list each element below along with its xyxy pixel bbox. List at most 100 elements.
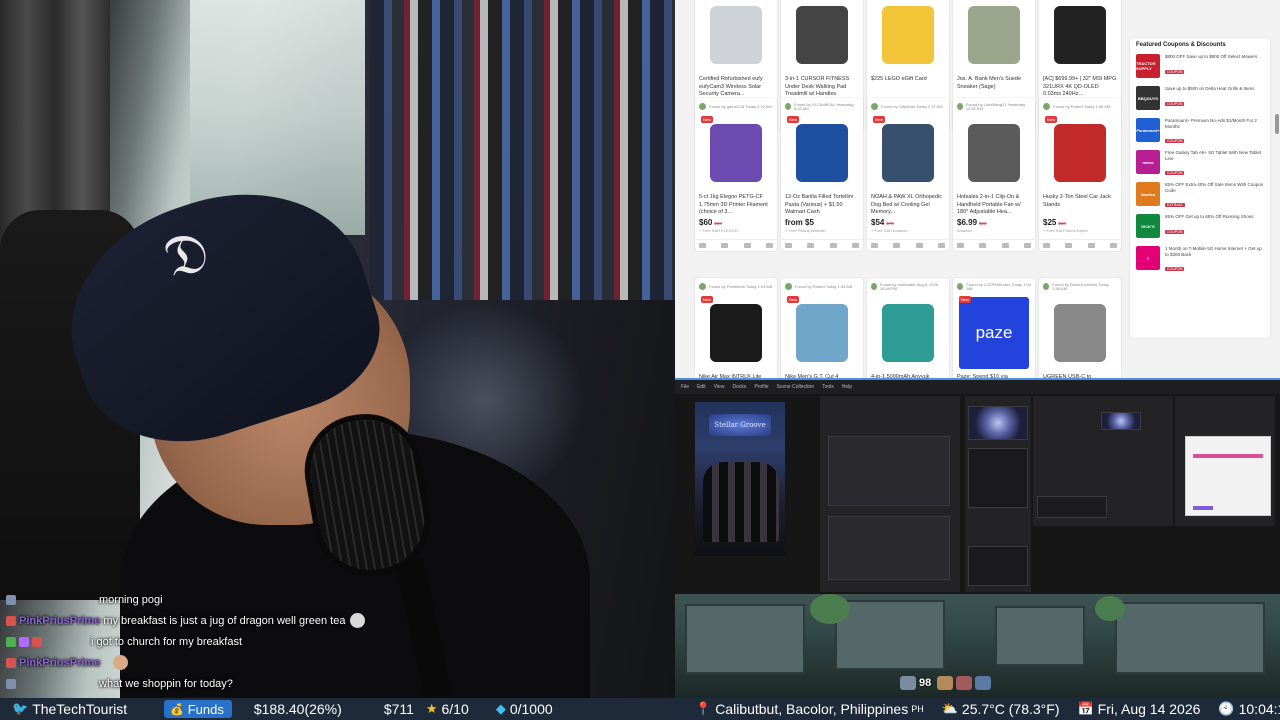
obs-menu-item[interactable]: Docks <box>732 384 746 390</box>
product-image[interactable] <box>1043 0 1117 74</box>
obs-menu-item[interactable]: Tools <box>822 384 834 390</box>
settings-dialog[interactable] <box>1185 436 1271 516</box>
obs-menu-item[interactable]: File <box>681 384 689 390</box>
coupon-code-button[interactable]: COUPON <box>1165 101 1185 106</box>
share-icon[interactable] <box>765 243 773 248</box>
bookmark-icon[interactable] <box>829 243 837 248</box>
obs-controls[interactable] <box>968 448 1028 508</box>
deal-card[interactable]: Found by Robert Today 1:53 AM New Nike Men… <box>781 278 863 378</box>
comment-icon[interactable] <box>721 243 729 248</box>
obs-menu-item[interactable]: Help <box>842 384 852 390</box>
thumbs-up-icon[interactable] <box>1043 243 1050 248</box>
coupon-item[interactable]: DICK'S 65% OFF Get up to 65% Off Running … <box>1136 214 1264 243</box>
product-title[interactable]: 12-Oz Barilla Filled Tortellini Pasta (V… <box>781 194 863 216</box>
obs-menu-item[interactable]: Edit <box>697 384 706 390</box>
coupon-item[interactable]: Nautica 85% OFF Extra 40% Off Sale Items … <box>1136 182 1264 211</box>
product-title[interactable]: [AC] $699.99+ | 32" MSI MPG 321URX 4K QD… <box>1039 76 1121 98</box>
coupon-item[interactable]: BBQGUYS Save up to $500 on Delta Heat Gri… <box>1136 86 1264 115</box>
filters-list[interactable] <box>1037 496 1107 518</box>
comment-icon[interactable] <box>807 243 815 248</box>
avatar <box>699 283 706 290</box>
comment-icon[interactable] <box>979 243 987 248</box>
product-title[interactable]: NOAH & PAW XL Orthopedic Dog Bed w/ Cool… <box>867 194 949 216</box>
comment-icon[interactable] <box>1065 243 1073 248</box>
thumbs-up-icon[interactable] <box>785 243 792 248</box>
product-image[interactable] <box>957 114 1031 192</box>
product-image[interactable] <box>699 0 773 74</box>
deal-card[interactable]: Found by SLCNoBEAL Yesterday 6:52 AM New 1… <box>781 98 863 251</box>
share-icon[interactable] <box>851 243 859 248</box>
bookmark-icon[interactable] <box>1087 243 1095 248</box>
product-image[interactable] <box>871 294 945 372</box>
share-icon[interactable] <box>937 243 945 248</box>
pin-icon: 📍 <box>695 701 712 716</box>
product-title[interactable]: 5-ct 1kg Elegoo PETG-CF 1.75mm 3D Printe… <box>695 194 777 216</box>
product-title[interactable]: Husky 2-Ton Steel Car Jack Stands <box>1039 194 1121 216</box>
deal-card[interactable]: Found by TobyBlue Today 2:17 AM New NOAH &… <box>867 98 949 251</box>
deal-card[interactable]: Found by LOOPHibroker Today 1:04 AM New pa… <box>953 278 1035 378</box>
product-image[interactable]: New <box>785 114 859 192</box>
share-icon[interactable] <box>1109 243 1117 248</box>
product-photo <box>796 6 848 64</box>
product-title[interactable]: Jos. A. Bank Men's Suede Sneaker (Sage) <box>953 76 1035 98</box>
tiktok-video-preview[interactable]: Stellar Groove <box>695 402 785 556</box>
bookmark-icon[interactable] <box>743 243 751 248</box>
coupon-code-button[interactable]: COUPON <box>1165 267 1185 271</box>
game-tree <box>810 594 850 624</box>
coupon-item[interactable]: TRACTOR SUPPLY $800 OFF Save up to $800 O… <box>1136 54 1264 83</box>
deal-card[interactable]: Found by madhatter Aug 8, 2026 10:49 PM 4… <box>867 278 949 378</box>
deal-card[interactable]: Found by galra3118 Today 2:22 AM New 5-ct … <box>695 98 777 251</box>
product-image[interactable]: New <box>699 114 773 192</box>
gems-value: 0/1000 <box>509 701 553 717</box>
coupon-item[interactable]: metro Free Galaxy Tab A9+ 5G Tablet With … <box>1136 150 1264 179</box>
channel-name: TheTechTourist <box>32 701 128 717</box>
deal-card[interactable]: Found by Pointhedo Today 1:04 AM New Nike … <box>695 278 777 378</box>
product-image[interactable]: New <box>1043 114 1117 192</box>
finder-text: Found by DesertLiveNow Today 1:56 AM <box>1052 281 1109 291</box>
product-image[interactable] <box>871 0 945 74</box>
thumbs-up-icon[interactable] <box>699 243 706 248</box>
product-title[interactable]: Hotsales 2-in-1 Clip-On & Handheld Porta… <box>953 194 1035 216</box>
product-title[interactable]: $225 LEGO eGift Card <box>867 76 949 98</box>
chat-text: i got to church for my breakfast <box>91 635 243 648</box>
product-price: $54 $73 <box>867 216 949 227</box>
finder-text: Found by TobyBlue Today 2:17 AM <box>881 103 943 109</box>
deal-card[interactable]: Found by LobsBarrg21 Yesterday 10:52 AM H… <box>953 98 1035 251</box>
product-title[interactable]: 3-in-1 CURSOR FITNESS Under Desk Walking… <box>781 76 863 98</box>
coupon-code-button[interactable]: COUPON <box>1165 229 1185 234</box>
comment-icon[interactable] <box>893 243 901 248</box>
obs-audio-mixer[interactable] <box>968 546 1028 586</box>
product-image[interactable]: New <box>871 114 945 192</box>
galaxy-preview[interactable] <box>968 406 1028 440</box>
product-image[interactable]: New <box>699 294 773 372</box>
share-icon[interactable] <box>1023 243 1031 248</box>
thumbs-up-icon[interactable] <box>871 243 878 248</box>
product-image[interactable]: New paze <box>957 294 1031 372</box>
funds-button[interactable]: 💰 Funds <box>164 700 232 718</box>
bookmark-icon[interactable] <box>915 243 923 248</box>
coupon-code-button[interactable]: COUPON <box>1165 139 1185 143</box>
thumbs-up-icon[interactable] <box>957 243 964 248</box>
obs-menu-item[interactable]: Scene Collection <box>777 384 815 390</box>
product-image[interactable] <box>785 0 859 74</box>
finder-line: Found by galra3118 Today 2:22 AM <box>695 98 777 112</box>
obs-menu-item[interactable]: View <box>714 384 725 390</box>
obs-menu-item[interactable]: Profile <box>754 384 768 390</box>
coupon-item[interactable]: T 1 Month on T-Mobile 5G Home Internet + … <box>1136 246 1264 275</box>
coupon-item[interactable]: Paramount+ Paramount+ Premium No-Ads $1/M… <box>1136 118 1264 147</box>
deal-card[interactable]: Found by Robert Today 1:58 AM New Husky 2-… <box>1039 98 1121 251</box>
scene-placeholder <box>828 516 950 580</box>
product-image[interactable] <box>957 0 1031 74</box>
coupon-code-button[interactable]: COUPON <box>1165 171 1185 175</box>
face-emote-icon <box>113 655 129 670</box>
deal-card[interactable]: Found by DesertLiveNow Today 1:56 AM UGRE… <box>1039 278 1121 378</box>
page-scrollbar[interactable] <box>1275 114 1279 134</box>
new-badge: New <box>701 116 714 123</box>
coupon-code-button[interactable]: EXTRA40 <box>1165 203 1185 207</box>
product-image[interactable]: New <box>785 294 859 372</box>
product-image[interactable] <box>1043 294 1117 372</box>
product-title[interactable]: Certified Refurbished eufy eufyCam3 Wire… <box>695 76 777 98</box>
program-preview[interactable] <box>1101 412 1141 430</box>
bookmark-icon[interactable] <box>1001 243 1009 248</box>
coupon-code-button[interactable]: COUPON <box>1165 69 1185 74</box>
